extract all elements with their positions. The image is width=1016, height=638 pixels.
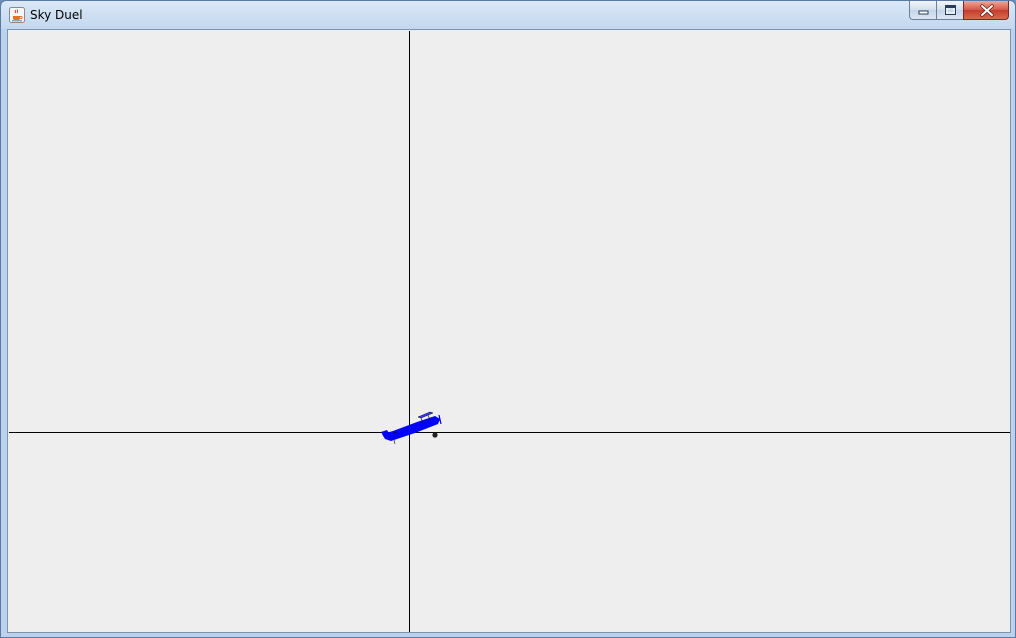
window-controls <box>909 1 1009 20</box>
minimize-button[interactable] <box>909 1 936 20</box>
java-coffee-cup-icon[interactable] <box>9 7 25 23</box>
cannonball-icon <box>432 432 438 438</box>
biplane-icon <box>381 411 442 445</box>
title-bar[interactable]: Sky Duel <box>1 1 1015 29</box>
window-title: Sky Duel <box>30 8 83 22</box>
maximize-icon <box>945 5 956 15</box>
maximize-button[interactable] <box>936 1 963 20</box>
app-window: Sky Duel <box>0 0 1016 638</box>
close-icon <box>980 4 994 17</box>
minimize-icon <box>918 10 929 15</box>
game-frame <box>7 29 1011 633</box>
game-canvas[interactable] <box>9 31 1010 632</box>
close-button[interactable] <box>963 1 1009 20</box>
